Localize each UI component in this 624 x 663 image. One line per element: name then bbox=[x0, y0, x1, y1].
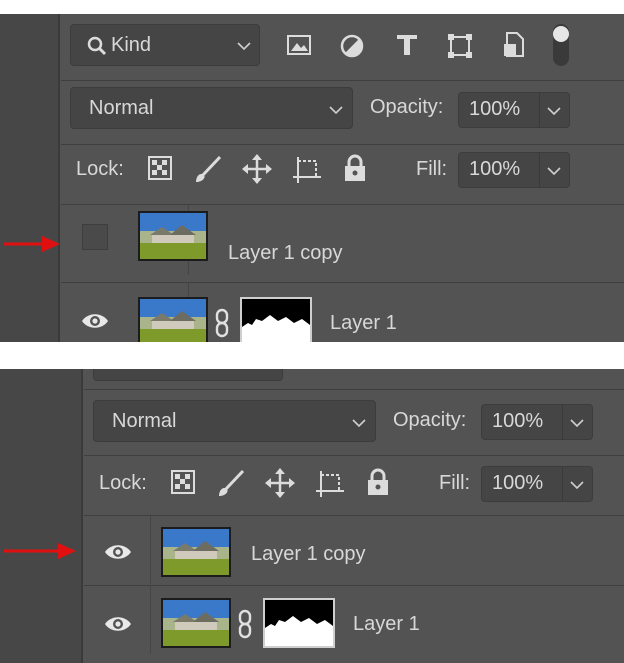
red-arrow-annotation bbox=[4, 236, 60, 252]
layer-name[interactable]: Layer 1 copy bbox=[228, 242, 343, 265]
house-photo-thumbnail bbox=[163, 529, 229, 575]
lock-label: Lock: bbox=[99, 472, 147, 494]
lock-label: Lock: bbox=[76, 158, 124, 180]
eye-icon[interactable] bbox=[103, 542, 133, 562]
house-photo-thumbnail bbox=[140, 213, 206, 259]
fill-value: 100% bbox=[469, 158, 521, 180]
smart-object-filter-icon[interactable] bbox=[503, 32, 525, 58]
link-icon[interactable] bbox=[214, 308, 230, 338]
filter-toggle[interactable] bbox=[550, 22, 572, 68]
type-filter-icon[interactable] bbox=[396, 34, 418, 56]
chevron-down-icon bbox=[352, 419, 366, 428]
eye-icon[interactable] bbox=[103, 614, 133, 634]
lock-pixels-icon[interactable] bbox=[148, 156, 172, 180]
layer-name[interactable]: Layer 1 copy bbox=[251, 543, 366, 566]
chevron-down-icon[interactable] bbox=[547, 106, 561, 116]
chevron-down-icon bbox=[237, 42, 251, 51]
fill-field[interactable]: 100% bbox=[481, 466, 593, 502]
house-photo-thumbnail bbox=[140, 299, 206, 342]
blend-mode-value: Normal bbox=[112, 410, 177, 432]
opacity-label: Opacity: bbox=[393, 409, 467, 431]
fill-field[interactable]: 100% bbox=[458, 152, 570, 188]
search-icon bbox=[87, 36, 107, 56]
left-gutter bbox=[0, 14, 58, 342]
chevron-down-icon[interactable] bbox=[547, 166, 561, 176]
red-arrow-annotation bbox=[4, 543, 76, 559]
opacity-field[interactable]: 100% bbox=[481, 404, 593, 440]
opacity-label: Opacity: bbox=[370, 96, 444, 118]
layer-thumbnail bbox=[161, 598, 231, 648]
opacity-value: 100% bbox=[469, 98, 521, 120]
lock-pixels-icon[interactable] bbox=[171, 470, 195, 494]
layer-thumbnail bbox=[161, 527, 231, 577]
layer-thumbnail bbox=[138, 297, 208, 342]
screenshot-before: Kind Normal Opacity: 100% Lock: Fill: 10… bbox=[0, 14, 624, 342]
layer-name[interactable]: Layer 1 bbox=[353, 613, 420, 636]
lock-artboard-icon[interactable] bbox=[292, 156, 322, 184]
image-filter-icon[interactable] bbox=[287, 35, 311, 55]
house-photo-thumbnail bbox=[163, 600, 229, 646]
lock-all-icon[interactable] bbox=[343, 153, 367, 183]
visibility-toggle-off[interactable] bbox=[82, 224, 108, 250]
chevron-down-icon[interactable] bbox=[570, 418, 584, 428]
chevron-down-icon[interactable] bbox=[570, 480, 584, 490]
lock-position-icon[interactable] bbox=[265, 468, 295, 498]
fill-label: Fill: bbox=[439, 472, 471, 494]
lock-position-icon[interactable] bbox=[242, 154, 272, 184]
opacity-value: 100% bbox=[492, 410, 544, 432]
link-icon[interactable] bbox=[237, 609, 253, 639]
layer-name[interactable]: Layer 1 bbox=[330, 312, 397, 335]
filter-kind-dropdown[interactable]: Kind bbox=[70, 24, 260, 66]
fill-label: Fill: bbox=[416, 158, 448, 180]
lock-paint-icon[interactable] bbox=[217, 468, 245, 498]
lock-artboard-icon[interactable] bbox=[315, 470, 345, 498]
blend-mode-value: Normal bbox=[89, 97, 154, 119]
shape-filter-icon[interactable] bbox=[447, 33, 473, 59]
layer-mask-thumbnail[interactable] bbox=[240, 297, 312, 342]
filter-kind-label: Kind bbox=[111, 34, 152, 56]
chevron-down-icon bbox=[329, 106, 343, 115]
blend-mode-dropdown[interactable]: Normal bbox=[70, 87, 353, 129]
lock-all-icon[interactable] bbox=[366, 467, 390, 497]
opacity-field[interactable]: 100% bbox=[458, 92, 570, 128]
adjustment-filter-icon[interactable] bbox=[340, 34, 364, 58]
filter-kind-dropdown-partial[interactable] bbox=[93, 369, 283, 381]
lock-paint-icon[interactable] bbox=[194, 154, 222, 184]
fill-value: 100% bbox=[492, 472, 544, 494]
eye-icon[interactable] bbox=[80, 311, 110, 331]
layer-mask-thumbnail[interactable] bbox=[263, 598, 335, 648]
blend-mode-dropdown[interactable]: Normal bbox=[93, 400, 376, 442]
layer-thumbnail bbox=[138, 211, 208, 261]
screenshot-after: Normal Opacity: 100% Lock: Fill: 100% La… bbox=[0, 369, 624, 663]
